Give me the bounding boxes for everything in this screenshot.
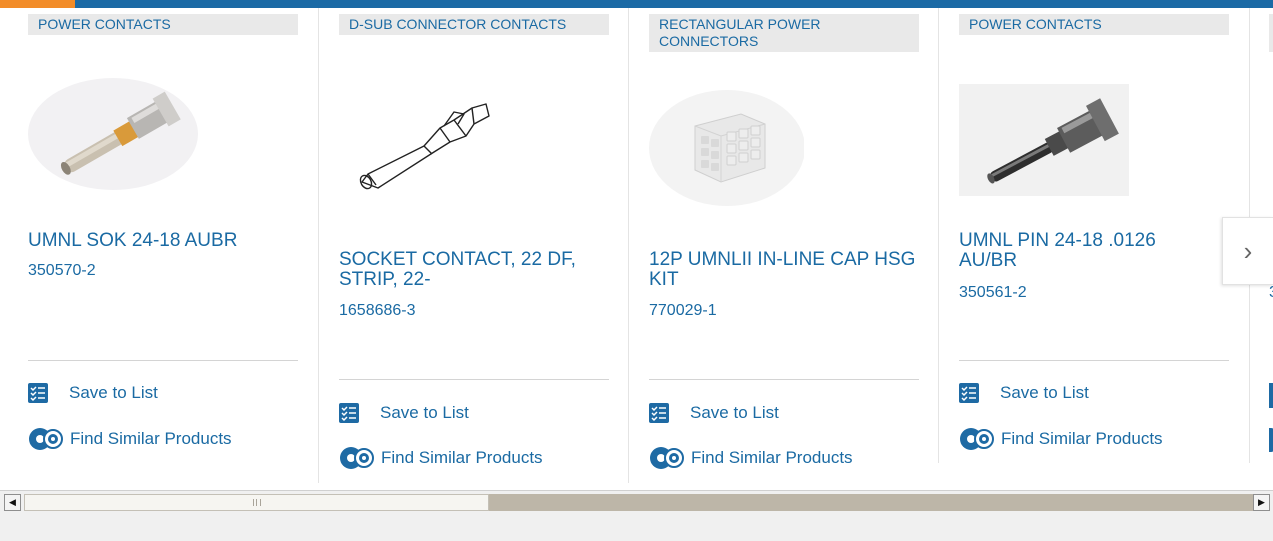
save-to-list-label: Save to List: [69, 383, 158, 402]
save-to-list-label: Save to List: [690, 403, 779, 422]
save-to-list-button[interactable]: Save to List: [959, 383, 1089, 403]
find-similar-label: Find Similar Products: [691, 448, 853, 467]
category-label[interactable]: POWER CONTACTS: [28, 14, 298, 35]
carousel-next-button[interactable]: ›: [1222, 217, 1273, 285]
gears-icon: [28, 426, 64, 452]
card-divider: [339, 379, 609, 380]
horizontal-scrollbar[interactable]: ◀ ▶: [0, 490, 1273, 514]
find-similar-button[interactable]: Find Similar Products: [649, 445, 853, 471]
product-title-link[interactable]: UMNL SOK 24-18 AUBR: [28, 231, 303, 251]
card-separator: [318, 8, 319, 483]
brand-top-bar: [0, 0, 1273, 8]
find-similar-label: Find Similar Products: [70, 429, 232, 448]
scroll-right-button[interactable]: ▶: [1253, 494, 1270, 511]
scrollbar-thumb[interactable]: [24, 494, 489, 511]
product-image[interactable]: [28, 70, 203, 195]
card-separator: [628, 8, 629, 483]
scroll-left-button[interactable]: ◀: [4, 494, 21, 511]
page-footer-area: [0, 514, 1273, 541]
chevron-right-icon: ›: [1243, 235, 1253, 266]
card-divider: [959, 360, 1229, 361]
gears-icon: [649, 445, 685, 471]
product-title-link[interactable]: SOCKET CONTACT, 22 DF, STRIP, 22-: [339, 250, 614, 290]
checklist-icon[interactable]: [1269, 383, 1273, 408]
card-divider: [28, 360, 298, 361]
find-similar-button[interactable]: Find Similar Products: [28, 426, 232, 452]
checklist-icon: [649, 403, 669, 423]
category-label[interactable]: D-SUB CONNECTOR CONTACTS: [339, 14, 609, 35]
product-card: RECTANGULAR POWER CONNECTORS 12P UMNLII …: [649, 8, 939, 490]
product-card: D-SUB CONNECTOR CONTACTS SOCKET CONTACT,…: [339, 8, 629, 490]
product-image[interactable]: [959, 84, 1129, 196]
category-label[interactable]: POWER CONTACTS: [959, 14, 1229, 35]
gears-icon: [339, 445, 375, 471]
save-to-list-button[interactable]: Save to List: [649, 403, 779, 423]
save-to-list-label: Save to List: [380, 403, 469, 422]
checklist-icon: [959, 383, 979, 403]
checklist-icon: [339, 403, 359, 423]
gears-icon[interactable]: [1269, 428, 1273, 452]
product-title-link[interactable]: UMNL PIN 24-18 .0126 AU/BR: [959, 231, 1199, 271]
product-title-link[interactable]: 12P UMNLII IN-LINE CAP HSG KIT: [649, 250, 924, 290]
find-similar-button[interactable]: Find Similar Products: [959, 426, 1163, 452]
product-image[interactable]: [354, 90, 499, 200]
gears-icon: [959, 426, 995, 452]
part-number-link[interactable]: 350561-2: [959, 284, 1027, 302]
save-to-list-button[interactable]: Save to List: [339, 403, 469, 423]
grip-icon: [252, 499, 261, 506]
find-similar-label: Find Similar Products: [1001, 429, 1163, 448]
part-number-link[interactable]: 770029-1: [649, 302, 717, 320]
find-similar-button[interactable]: Find Similar Products: [339, 445, 543, 471]
checklist-icon: [28, 383, 48, 403]
product-image[interactable]: [649, 84, 805, 209]
save-to-list-button[interactable]: Save to List: [28, 383, 158, 403]
product-card: POWER CONTACTS UMNL SOK 24-18 AUBR 35057…: [28, 8, 318, 490]
save-to-list-label: Save to List: [1000, 383, 1089, 402]
find-similar-label: Find Similar Products: [381, 448, 543, 467]
card-divider: [649, 379, 919, 380]
product-carousel: POWER CONTACTS UMNL SOK 24-18 AUBR 35057…: [0, 8, 1273, 490]
part-number-link[interactable]: 1658686-3: [339, 302, 416, 320]
part-number-link[interactable]: 350570-2: [28, 262, 96, 280]
brand-accent-strip: [0, 0, 75, 8]
product-card: POWER CONTACTS UMNL PIN 24-18 .0126 AU/B…: [959, 8, 1249, 490]
part-number-link[interactable]: 3: [1269, 284, 1273, 302]
card-separator: [938, 8, 939, 463]
category-label: [1269, 14, 1273, 52]
category-label[interactable]: RECTANGULAR POWER CONNECTORS: [649, 14, 919, 52]
